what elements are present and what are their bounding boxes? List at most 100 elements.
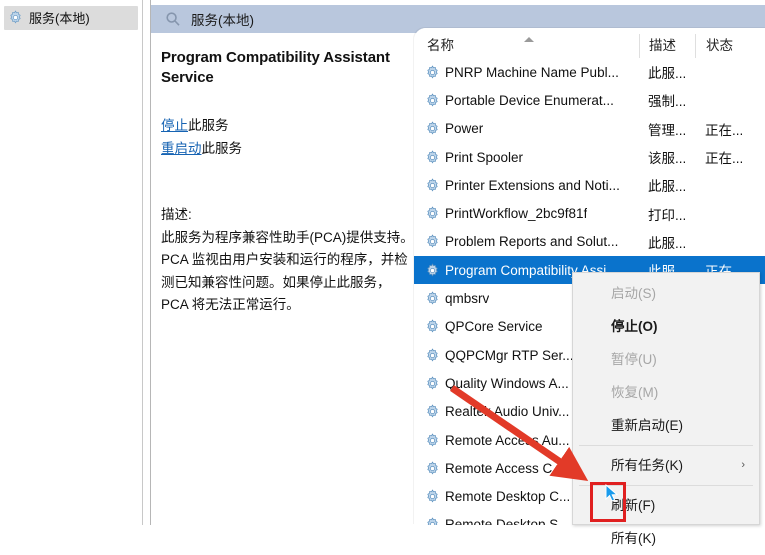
service-name-label: Problem Reports and Solut...	[445, 234, 619, 250]
description-text: 此服务为程序兼容性助手(PCA)提供支持。PCA 监视由用户安装和运行的程序，并…	[161, 229, 414, 313]
service-action-links: 停止此服务 重启动此服务	[161, 114, 415, 160]
service-name-label: Remote Desktop S...	[445, 517, 570, 525]
service-description-cell: 打印...	[648, 207, 687, 223]
gear-icon	[425, 376, 440, 391]
gear-icon	[425, 432, 440, 448]
gear-icon	[425, 404, 440, 419]
description-label: 描述:	[161, 207, 192, 222]
gear-icon	[425, 291, 440, 306]
console-tree-pane: 服务(本地)	[0, 0, 143, 525]
context-menu-item[interactable]: 所有(K)	[573, 522, 759, 555]
service-name-cell: Print Spooler	[414, 150, 639, 165]
service-name-cell: PrintWorkflow_2bc9f81f	[414, 206, 639, 221]
column-header-description[interactable]: 描述	[639, 34, 695, 58]
gear-icon	[425, 234, 440, 249]
context-menu-item-label: 暂停(U)	[611, 352, 657, 367]
table-row[interactable]: Portable Device Enumerat... 强制...	[414, 86, 765, 114]
service-detail-pane: Program Compatibility Assistant Service …	[157, 42, 419, 512]
service-name-cell: PNRP Machine Name Publ...	[414, 65, 639, 80]
tree-item-services-local[interactable]: 服务(本地)	[4, 6, 138, 30]
context-menu-item-label: 恢复(M)	[611, 385, 659, 400]
service-name-cell: Problem Reports and Solut...	[414, 234, 639, 249]
sort-ascending-icon	[524, 37, 534, 42]
service-name-label: Print Spooler	[445, 149, 524, 165]
service-name-cell: Portable Device Enumerat...	[414, 93, 639, 108]
context-menu-item-label: 所有(K)	[611, 531, 656, 546]
search-icon	[165, 11, 181, 27]
gear-icon	[425, 489, 440, 504]
restart-service-suffix: 此服务	[201, 141, 243, 156]
gear-icon	[425, 65, 440, 80]
service-name-label: PNRP Machine Name Publ...	[445, 64, 619, 80]
context-menu-item[interactable]: 停止(O)	[573, 310, 759, 343]
service-name-label: Remote Access C...	[445, 460, 564, 476]
column-header-status-label: 状态	[706, 38, 733, 53]
service-title: Program Compatibility Assistant Service	[161, 49, 390, 86]
gear-icon	[425, 263, 440, 278]
stop-service-line: 停止此服务	[161, 114, 415, 137]
table-row[interactable]: Print Spooler 该服... 正在...	[414, 143, 765, 171]
stop-service-suffix: 此服务	[188, 118, 229, 133]
service-name-label: Power	[445, 121, 484, 137]
service-name-label: PrintWorkflow_2bc9f81f	[445, 206, 588, 222]
context-menu-item: 暂停(U)	[573, 343, 759, 376]
console-header-title: 服务(本地)	[191, 13, 254, 28]
restart-service-link[interactable]: 重启动	[161, 141, 202, 156]
service-name-label: Printer Extensions and Noti...	[445, 177, 620, 193]
service-name-label: Realtek Audio Univ...	[445, 404, 570, 420]
gear-icon	[425, 178, 440, 193]
context-menu-item-label: 停止(O)	[611, 319, 658, 334]
context-menu-item: 恢复(M)	[573, 376, 759, 409]
service-description-cell: 管理...	[648, 122, 687, 138]
gear-icon	[425, 347, 440, 363]
context-menu-item: 启动(S)	[573, 277, 759, 310]
table-row[interactable]: Printer Extensions and Noti... 此服...	[414, 171, 765, 199]
service-name-cell: Power	[414, 121, 639, 136]
service-description: 描述: 此服务为程序兼容性助手(PCA)提供支持。PCA 监视由用户安装和运行的…	[161, 204, 415, 317]
table-row[interactable]: PNRP Machine Name Publ... 此服...	[414, 58, 765, 86]
gear-icon	[425, 121, 440, 136]
service-status-cell: 正在...	[705, 122, 744, 138]
service-name-cell: Printer Extensions and Noti...	[414, 178, 639, 193]
service-name-label: QQPCMgr RTP Ser...	[445, 347, 574, 363]
service-name-label: Remote Desktop C...	[445, 489, 571, 505]
service-name-label: Portable Device Enumerat...	[445, 92, 614, 108]
service-name-label: qmbsrv	[445, 291, 490, 307]
context-menu-item-label: 所有任务(K)	[611, 458, 683, 473]
context-menu-item[interactable]: 重新启动(E)	[573, 409, 759, 442]
service-name-label: Remote Access Au...	[445, 432, 570, 448]
gear-icon	[425, 517, 440, 525]
service-name-label: QPCore Service	[445, 319, 543, 335]
gear-icon	[425, 319, 440, 334]
gear-icon	[425, 206, 440, 221]
service-description-cell: 强制...	[648, 94, 687, 110]
context-menu-item[interactable]: 所有任务(K) ›	[573, 449, 759, 482]
table-row[interactable]: Problem Reports and Solut... 此服...	[414, 228, 765, 256]
context-menu-item-label: 启动(S)	[611, 286, 656, 301]
service-description-cell: 该服...	[648, 151, 687, 167]
context-menu-item-label: 重新启动(E)	[611, 418, 683, 433]
services-list-header: 名称 描述 状态	[414, 28, 765, 58]
column-header-description-label: 描述	[649, 38, 676, 53]
service-name-label: Quality Windows A...	[445, 375, 569, 391]
tree-item-label: 服务(本地)	[29, 11, 90, 26]
stop-service-link[interactable]: 停止	[161, 118, 188, 133]
table-row[interactable]: Power 管理... 正在...	[414, 115, 765, 143]
service-description-cell: 此服...	[648, 179, 687, 195]
services-console-window: 服务(本地) 服务(本地) Program Compatibility Assi…	[0, 0, 765, 546]
gear-icon	[8, 10, 23, 25]
table-row[interactable]: PrintWorkflow_2bc9f81f 打印...	[414, 199, 765, 227]
service-description-cell: 此服...	[648, 66, 687, 82]
gear-icon	[425, 149, 440, 165]
context-menu-separator	[579, 445, 753, 446]
gear-icon	[425, 93, 440, 108]
service-status-cell: 正在...	[705, 151, 744, 167]
mouse-cursor	[605, 484, 619, 502]
service-description-cell: 此服...	[648, 235, 687, 251]
column-header-name[interactable]: 名称	[414, 34, 639, 58]
chevron-right-icon: ›	[741, 459, 745, 471]
restart-service-line: 重启动此服务	[161, 137, 415, 160]
column-header-name-label: 名称	[427, 38, 454, 53]
column-header-status[interactable]: 状态	[695, 34, 755, 58]
gear-icon	[425, 461, 440, 476]
